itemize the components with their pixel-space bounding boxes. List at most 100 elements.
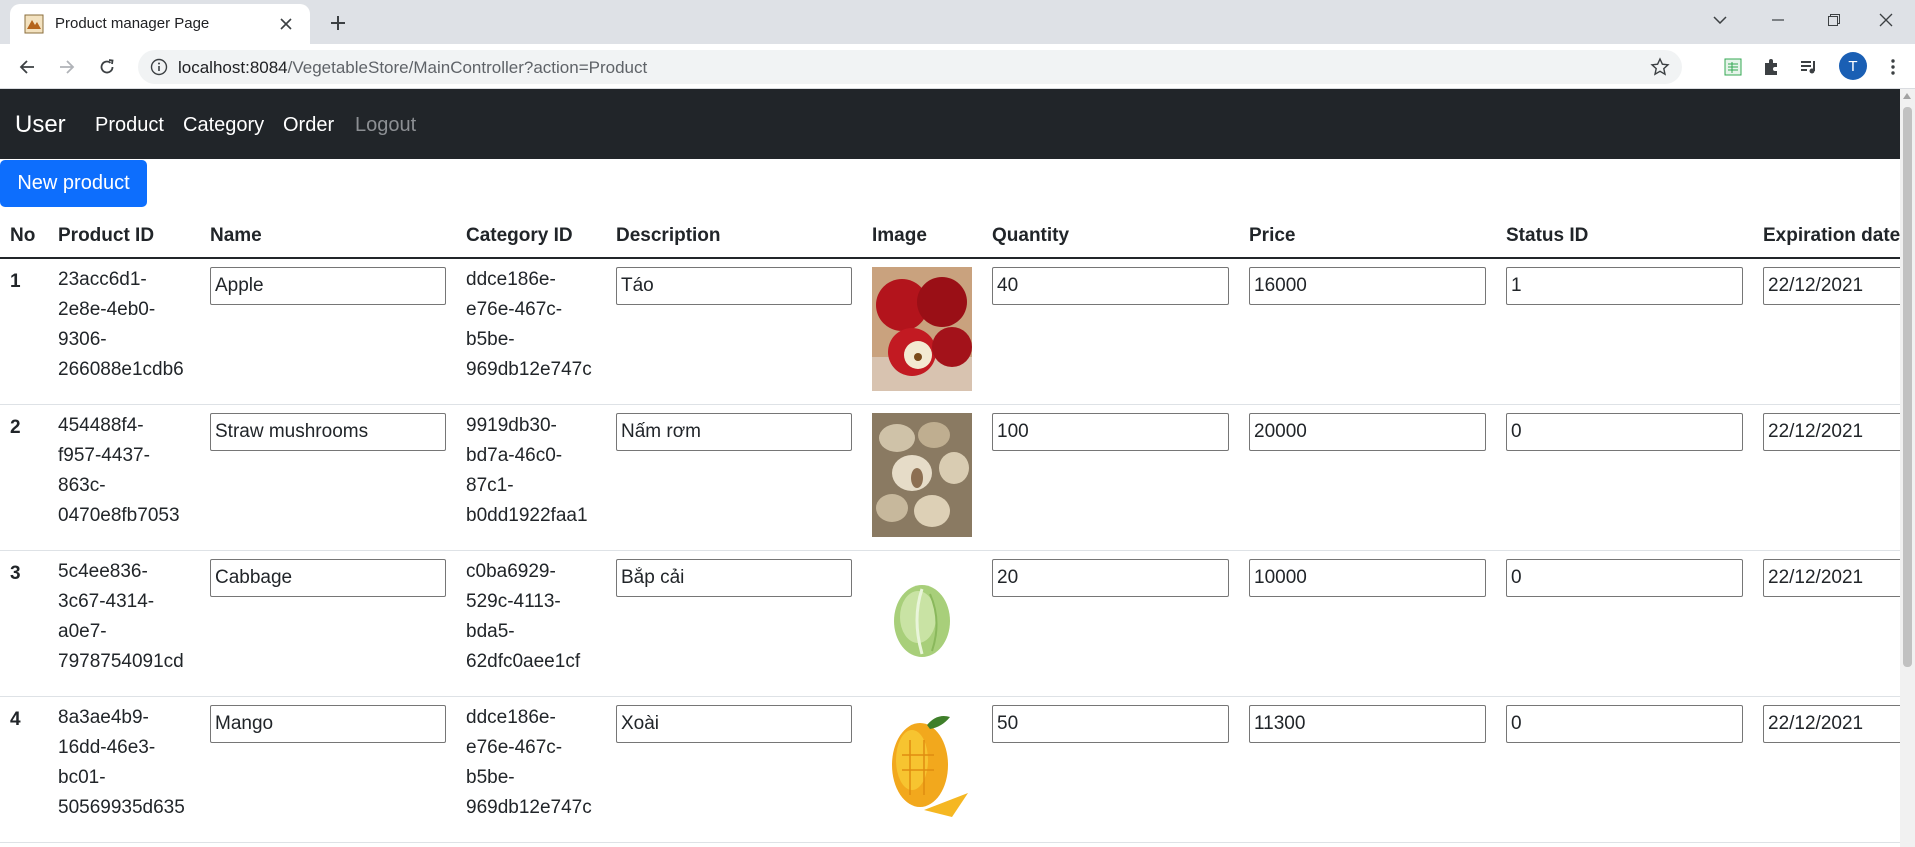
category-id-line: 529c-4113- <box>466 590 561 612</box>
close-window-icon[interactable] <box>1857 0 1915 40</box>
product-id-line: bc01- <box>58 766 106 788</box>
product-table: No Product ID Name Category ID Descripti… <box>0 214 1900 843</box>
close-tab-icon[interactable] <box>276 14 296 34</box>
expiration-date-input[interactable] <box>1763 558 1900 597</box>
category-id-cell: 9919db30- bd7a-46c0- 87c1- b0dd1922faa1 <box>456 404 606 551</box>
back-icon[interactable] <box>13 53 41 81</box>
address-bar[interactable]: localhost:8084/VegetableStore/MainContro… <box>138 50 1682 84</box>
reload-icon[interactable] <box>93 53 121 81</box>
expiration-date-input[interactable] <box>1763 412 1900 451</box>
new-product-button[interactable]: New product <box>0 160 147 207</box>
mango-image <box>872 704 972 829</box>
table-row: 3 5c4ee836- 3c67-4314- a0e7- 7978754091c… <box>0 550 1900 697</box>
product-id-cell: 8a3ae4b9- 16dd-46e3- bc01- 50569935d635 <box>48 696 200 843</box>
nav-link-product[interactable]: Product <box>95 114 164 137</box>
product-id-line: 266088e1cdb6 <box>58 359 184 380</box>
description-input[interactable] <box>616 267 852 305</box>
extensions-puzzle-icon[interactable] <box>1758 54 1784 80</box>
image-cell <box>862 258 982 405</box>
row-number: 3 <box>0 550 48 697</box>
status-id-input[interactable] <box>1506 267 1743 305</box>
category-id-line: b0dd1922faa1 <box>466 504 588 526</box>
name-input[interactable] <box>210 704 446 743</box>
name-input[interactable] <box>210 558 446 597</box>
product-id-line: 50569935d635 <box>58 796 185 818</box>
category-id-line: b5be- <box>466 329 515 350</box>
price-input[interactable] <box>1249 704 1486 743</box>
page-favicon-icon <box>24 14 44 34</box>
name-input[interactable] <box>210 267 446 305</box>
status-id-input[interactable] <box>1506 412 1743 451</box>
product-id-line: 3c67-4314- <box>58 590 155 612</box>
extension-sheets-icon[interactable] <box>1720 54 1746 80</box>
minimize-icon[interactable] <box>1749 0 1807 40</box>
page-scrollbar[interactable] <box>1900 89 1915 847</box>
restore-icon[interactable] <box>1805 0 1863 40</box>
status-id-input[interactable] <box>1506 558 1743 597</box>
profile-avatar[interactable]: T <box>1839 52 1867 80</box>
description-input[interactable] <box>616 704 852 743</box>
header-image: Image <box>862 214 982 259</box>
product-id-line: 7978754091cd <box>58 650 184 672</box>
category-id-cell: ddce186e- e76e-467c- b5be- 969db12e747c <box>456 258 606 405</box>
price-input[interactable] <box>1249 412 1486 451</box>
browser-tab-strip: Product manager Page <box>0 0 1915 44</box>
expiration-date-input[interactable] <box>1763 267 1900 305</box>
image-cell <box>862 550 982 697</box>
category-id-line: c0ba6929- <box>466 560 556 582</box>
price-input[interactable] <box>1249 558 1486 597</box>
new-tab-icon[interactable] <box>324 9 352 37</box>
header-product-id: Product ID <box>48 214 200 259</box>
category-id-cell: ddce186e- e76e-467c- b5be- 969db12e747c <box>456 696 606 843</box>
category-id-line: 62dfc0aee1cf <box>466 650 581 672</box>
description-input[interactable] <box>616 412 852 451</box>
product-id-line: 9306- <box>58 329 107 350</box>
nav-link-logout[interactable]: Logout <box>355 114 416 137</box>
site-info-icon[interactable] <box>150 58 168 76</box>
quantity-input[interactable] <box>992 704 1229 743</box>
product-id-line: 454488f4- <box>58 414 144 436</box>
table-row: 2 454488f4- f957-4437- 863c- 0470e8fb705… <box>0 404 1900 551</box>
price-input[interactable] <box>1249 267 1486 305</box>
category-id-line: e76e-467c- <box>466 736 563 758</box>
nav-link-order[interactable]: Order <box>283 114 334 137</box>
scroll-up-arrow-icon[interactable] <box>1903 93 1911 99</box>
image-cell <box>862 404 982 551</box>
category-id-line: ddce186e- <box>466 269 556 290</box>
row-number: 4 <box>0 696 48 843</box>
product-id-cell: 5c4ee836- 3c67-4314- a0e7- 7978754091cd <box>48 550 200 697</box>
name-input[interactable] <box>210 412 446 451</box>
expiration-date-input[interactable] <box>1763 704 1900 743</box>
category-id-line: ddce186e- <box>466 706 556 728</box>
chrome-menu-icon[interactable] <box>1880 54 1906 80</box>
status-id-input[interactable] <box>1506 704 1743 743</box>
description-input[interactable] <box>616 558 852 597</box>
row-number: 1 <box>0 258 48 405</box>
nav-link-category[interactable]: Category <box>183 114 264 137</box>
url-text[interactable]: localhost:8084/VegetableStore/MainContro… <box>178 58 647 78</box>
image-cell <box>862 696 982 843</box>
category-id-line: b5be- <box>466 766 515 788</box>
header-price: Price <box>1239 214 1496 259</box>
quantity-input[interactable] <box>992 412 1229 451</box>
browser-tab[interactable]: Product manager Page <box>10 4 310 44</box>
product-id-cell: 454488f4- f957-4437- 863c- 0470e8fb7053 <box>48 404 200 551</box>
navbar-brand[interactable]: User <box>15 111 66 139</box>
category-id-cell: c0ba6929- 529c-4113- bda5- 62dfc0aee1cf <box>456 550 606 697</box>
product-id-line: 5c4ee836- <box>58 560 148 582</box>
forward-icon[interactable] <box>53 53 81 81</box>
category-id-line: bd7a-46c0- <box>466 444 563 466</box>
media-queue-icon[interactable] <box>1796 54 1822 80</box>
quantity-input[interactable] <box>992 267 1229 305</box>
table-row: 1 23acc6d1- 2e8e-4eb0- 9306- 266088e1cdb… <box>0 258 1900 405</box>
category-id-line: 87c1- <box>466 474 514 496</box>
bookmark-star-icon[interactable] <box>1650 57 1670 77</box>
app-navbar: User Product Category Order Logout <box>0 89 1900 159</box>
product-id-line: 23acc6d1- <box>58 269 147 290</box>
scrollbar-thumb[interactable] <box>1903 107 1912 667</box>
apple-image <box>872 267 972 391</box>
tab-search-icon[interactable] <box>1691 0 1749 40</box>
product-id-line: 0470e8fb7053 <box>58 504 180 526</box>
quantity-input[interactable] <box>992 558 1229 597</box>
category-id-line: 969db12e747c <box>466 796 592 818</box>
